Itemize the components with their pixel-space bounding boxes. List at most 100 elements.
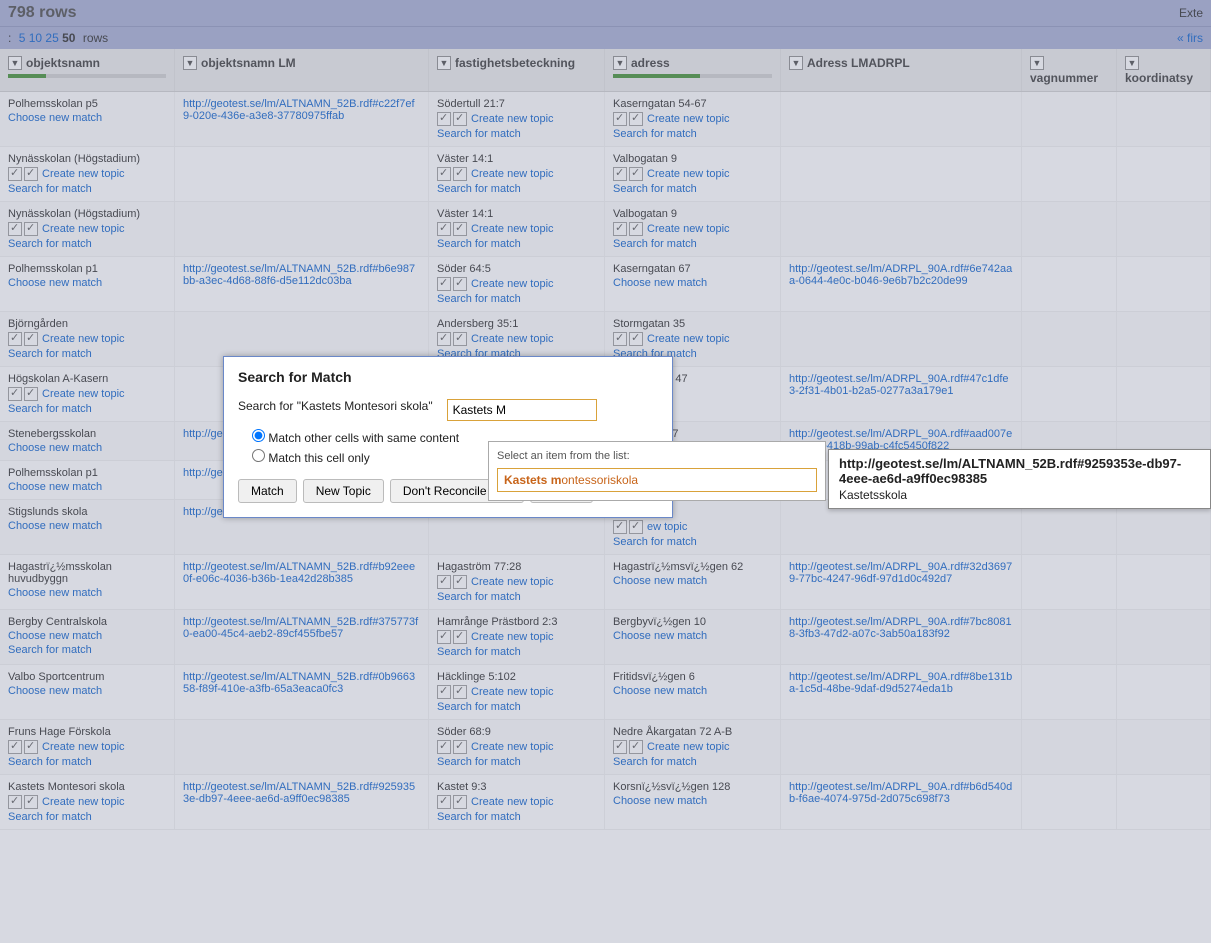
check-icon[interactable] — [8, 167, 22, 181]
dropdown-icon[interactable]: ▼ — [1125, 56, 1139, 70]
check-icon[interactable] — [613, 222, 627, 236]
check-icon[interactable] — [437, 685, 451, 699]
check-icon[interactable] — [453, 795, 467, 809]
search-for-match-link[interactable]: Search for match — [437, 293, 596, 305]
cell-link[interactable]: http://geotest.se/lm/ADRPL_90A.rdf#32d36… — [789, 561, 1013, 585]
create-new-topic-link[interactable]: Create new topic — [42, 333, 125, 345]
column-header[interactable]: ▼Adress LMADRPL — [781, 49, 1022, 91]
create-new-topic-link[interactable]: Create new topic — [42, 223, 125, 235]
search-for-match-link[interactable]: Search for match — [437, 811, 596, 823]
choose-new-match-link[interactable]: Choose new match — [8, 587, 166, 599]
check-icon[interactable] — [629, 332, 643, 346]
page-size-10[interactable]: 10 — [29, 31, 42, 45]
check-icon[interactable] — [613, 332, 627, 346]
search-for-match-link[interactable]: Search for match — [437, 756, 596, 768]
create-new-topic-link[interactable]: Create new topic — [471, 223, 554, 235]
check-icon[interactable] — [629, 740, 643, 754]
check-icon[interactable] — [8, 332, 22, 346]
create-new-topic-link[interactable]: Create new topic — [647, 741, 730, 753]
search-for-match-link[interactable]: Search for match — [613, 128, 772, 140]
create-new-topic-link[interactable]: Create new topic — [471, 168, 554, 180]
check-icon[interactable] — [453, 167, 467, 181]
choose-new-match-link[interactable]: Choose new match — [613, 795, 772, 807]
check-icon[interactable] — [24, 795, 38, 809]
search-for-match-link[interactable]: Search for match — [613, 183, 772, 195]
create-new-topic-link[interactable]: Create new topic — [471, 741, 554, 753]
check-icon[interactable] — [24, 740, 38, 754]
create-new-topic-link[interactable]: Create new topic — [471, 796, 554, 808]
choose-new-match-link[interactable]: Choose new match — [8, 481, 166, 493]
search-for-match-link[interactable]: Search for match — [437, 128, 596, 140]
create-new-topic-link[interactable]: Create new topic — [42, 796, 125, 808]
search-for-match-link[interactable]: Search for match — [8, 644, 166, 656]
check-icon[interactable] — [629, 112, 643, 126]
cell-link[interactable]: http://geotest.se/lm/ADRPL_90A.rdf#6e742… — [789, 263, 1013, 287]
search-for-match-link[interactable]: Search for match — [437, 238, 596, 250]
check-icon[interactable] — [629, 520, 643, 534]
create-new-topic-link[interactable]: Create new topic — [471, 686, 554, 698]
search-for-match-link[interactable]: Search for match — [8, 403, 166, 415]
column-header[interactable]: ▼fastighetsbeteckning — [429, 49, 605, 91]
search-for-match-link[interactable]: Search for match — [437, 701, 596, 713]
check-icon[interactable] — [629, 167, 643, 181]
choose-new-match-link[interactable]: Choose new match — [8, 277, 166, 289]
check-icon[interactable] — [613, 740, 627, 754]
dropdown-icon[interactable]: ▼ — [789, 56, 803, 70]
search-for-match-link[interactable]: Search for match — [8, 183, 166, 195]
search-input[interactable] — [447, 399, 597, 421]
dropdown-icon[interactable]: ▼ — [8, 56, 22, 70]
check-icon[interactable] — [8, 387, 22, 401]
check-icon[interactable] — [437, 795, 451, 809]
page-size-5[interactable]: 5 — [19, 31, 26, 45]
search-for-match-link[interactable]: Search for match — [437, 591, 596, 603]
check-icon[interactable] — [437, 575, 451, 589]
cell-link[interactable]: http://geotest.se/lm/ALTNAMN_52B.rdf#b6e… — [183, 263, 420, 287]
check-icon[interactable] — [613, 520, 627, 534]
create-new-topic-link[interactable]: Create new topic — [647, 333, 730, 345]
first-page-link[interactable]: « firs — [1177, 31, 1203, 45]
page-size-25[interactable]: 25 — [45, 31, 58, 45]
choose-new-match-link[interactable]: Choose new match — [613, 277, 772, 289]
check-icon[interactable] — [437, 167, 451, 181]
search-for-match-link[interactable]: Search for match — [613, 536, 772, 548]
check-icon[interactable] — [8, 222, 22, 236]
check-icon[interactable] — [24, 167, 38, 181]
create-new-topic-link[interactable]: Create new topic — [42, 741, 125, 753]
search-for-match-link[interactable]: Search for match — [613, 238, 772, 250]
choose-new-match-link[interactable]: Choose new match — [8, 685, 166, 697]
dropdown-icon[interactable]: ▼ — [183, 56, 197, 70]
cell-link[interactable]: http://geotest.se/lm/ALTNAMN_52B.rdf#375… — [183, 616, 420, 640]
search-for-match-link[interactable]: Search for match — [8, 348, 166, 360]
create-new-topic-link[interactable]: Create new topic — [471, 576, 554, 588]
check-icon[interactable] — [613, 112, 627, 126]
check-icon[interactable] — [437, 112, 451, 126]
create-new-topic-link[interactable]: Create new topic — [471, 113, 554, 125]
cell-link[interactable]: http://geotest.se/lm/ALTNAMN_52B.rdf#b92… — [183, 561, 420, 585]
check-icon[interactable] — [437, 277, 451, 291]
column-header[interactable]: ▼objektsnamn LM — [175, 49, 429, 91]
search-for-match-link[interactable]: Search for match — [613, 756, 772, 768]
cell-link[interactable]: http://geotest.se/lm/ADRPL_90A.rdf#7bc80… — [789, 616, 1013, 640]
check-icon[interactable] — [437, 222, 451, 236]
choose-new-match-link[interactable]: Choose new match — [8, 520, 166, 532]
choose-new-match-link[interactable]: Choose new match — [613, 630, 772, 642]
search-for-match-link[interactable]: Search for match — [437, 183, 596, 195]
create-new-topic-link[interactable]: Create new topic — [647, 168, 730, 180]
create-new-topic-link[interactable]: Create new topic — [647, 113, 730, 125]
choose-new-match-link[interactable]: Choose new match — [613, 685, 772, 697]
match-button[interactable]: Match — [238, 479, 297, 503]
cell-link[interactable]: http://geotest.se/lm/ALTNAMN_52B.rdf#c22… — [183, 98, 420, 122]
cell-link[interactable]: http://geotest.se/lm/ALTNAMN_52B.rdf#0b9… — [183, 671, 420, 695]
cell-link[interactable]: http://geotest.se/lm/ADRPL_90A.rdf#47c1d… — [789, 373, 1013, 397]
column-header[interactable]: ▼vagnummer — [1022, 49, 1117, 91]
create-new-topic-link[interactable]: ew topic — [647, 521, 687, 533]
check-icon[interactable] — [453, 222, 467, 236]
check-icon[interactable] — [453, 630, 467, 644]
create-new-topic-link[interactable]: Create new topic — [471, 631, 554, 643]
column-header[interactable]: ▼objektsnamn — [0, 49, 175, 91]
check-icon[interactable] — [453, 332, 467, 346]
cell-link[interactable]: http://geotest.se/lm/ADRPL_90A.rdf#b6d54… — [789, 781, 1013, 805]
search-for-match-link[interactable]: Search for match — [437, 646, 596, 658]
cell-link[interactable]: http://geotest.se/lm/ADRPL_90A.rdf#8be13… — [789, 671, 1013, 695]
search-for-match-link[interactable]: Search for match — [8, 811, 166, 823]
